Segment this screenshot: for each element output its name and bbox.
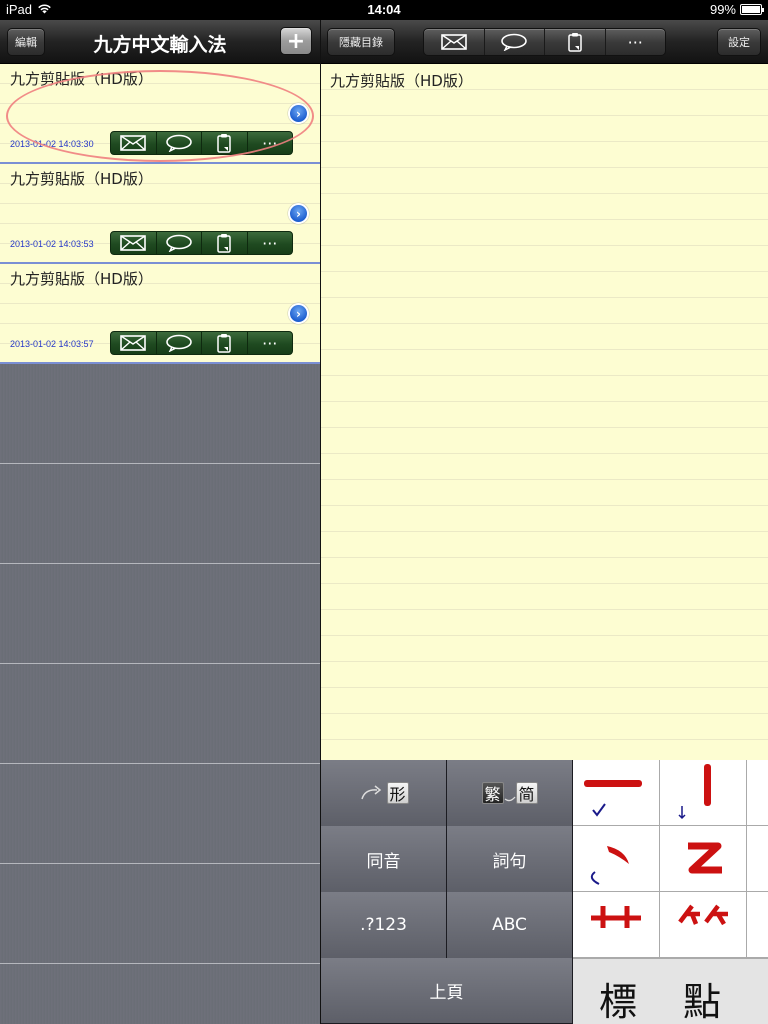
empty-row	[0, 364, 320, 464]
shape-mode-key[interactable]: 形	[321, 760, 447, 827]
battery-fill	[742, 6, 760, 13]
status-bar: iPad 14:04 99%	[0, 0, 768, 20]
phrase-key[interactable]: 詞句	[447, 826, 573, 893]
symbols-key[interactable]: .?123	[321, 892, 447, 959]
mail-icon	[120, 235, 147, 251]
disclosure-arrow-icon[interactable]: ›	[288, 303, 309, 324]
note-action-bar: ···	[110, 331, 293, 355]
candidate-bar: 標 點	[573, 958, 768, 1024]
empty-row	[0, 564, 320, 664]
swap-arrow-icon	[504, 796, 515, 802]
note-date: 2013-01-02 14:03:53	[10, 239, 94, 249]
stroke-key-bamboo[interactable]	[660, 892, 747, 958]
hide-list-button[interactable]: 隱藏目錄	[327, 28, 395, 56]
curved-arrow-icon	[360, 785, 381, 800]
empty-row	[0, 764, 320, 864]
add-note-button[interactable]: +	[280, 27, 312, 55]
note-row[interactable]: 九方剪貼版（HD版） › 2013-01-02 14:03:30 ···	[0, 64, 320, 164]
mail-icon	[120, 135, 147, 151]
more-button[interactable]: ···	[248, 232, 293, 254]
stroke-key-grass[interactable]	[573, 892, 660, 958]
copy-button[interactable]	[202, 132, 248, 154]
chinese-keyboard: 形 繁 简 同音 詞句 .?123 ABC 上頁 標 點	[321, 760, 768, 1024]
note-date: 2013-01-02 14:03:30	[10, 139, 94, 149]
stroke-key-dot[interactable]	[573, 826, 660, 892]
copy-button[interactable]	[202, 232, 248, 254]
previous-page-key[interactable]: 上頁	[321, 958, 573, 1024]
note-action-bar: ···	[110, 231, 293, 255]
disclosure-arrow-icon[interactable]: ›	[288, 103, 309, 124]
speech-bubble-icon	[165, 334, 192, 352]
empty-row	[0, 464, 320, 564]
note-action-bar: ···	[110, 131, 293, 155]
message-button[interactable]	[157, 332, 202, 354]
speech-bubble-icon	[165, 134, 192, 152]
stroke-key-grid	[573, 760, 768, 958]
list-navbar: 編輯 九方中文輸入法 +	[0, 20, 320, 64]
message-button[interactable]	[485, 29, 545, 55]
empty-row	[0, 864, 320, 964]
detail-toolbar: 隱藏目錄 ··· 設定	[321, 20, 768, 64]
notes-list-pane: 編輯 九方中文輸入法 + 九方剪貼版（HD版） › 2013-01-02 14:…	[0, 20, 320, 1024]
speech-bubble-icon	[501, 33, 528, 51]
app-title: 九方中文輸入法	[93, 34, 227, 56]
battery-percent: 99%	[709, 2, 736, 17]
empty-row	[0, 964, 320, 1024]
speech-bubble-icon	[165, 234, 192, 252]
disclosure-arrow-icon[interactable]: ›	[288, 203, 309, 224]
message-button[interactable]	[157, 232, 202, 254]
mail-button[interactable]	[111, 332, 157, 354]
clipboard-icon	[217, 334, 231, 353]
copy-button[interactable]	[545, 29, 606, 55]
candidate-char[interactable]: 點	[683, 971, 721, 1024]
stroke-key-vertical[interactable]	[660, 760, 747, 826]
mail-icon	[440, 34, 467, 50]
clipboard-icon	[217, 134, 231, 153]
battery-icon	[740, 4, 764, 15]
note-detail-pane: 隱藏目錄 ··· 設定 九方剪貼版（HD版） 形 繁 简 同音 詞句 .?123…	[321, 20, 768, 1024]
empty-list-rows	[0, 364, 320, 1024]
mail-button[interactable]	[111, 232, 157, 254]
editor-text: 九方剪貼版（HD版）	[330, 72, 473, 90]
share-segmented-control: ···	[423, 28, 666, 56]
mail-button[interactable]	[111, 132, 157, 154]
message-button[interactable]	[157, 132, 202, 154]
more-button[interactable]: ···	[248, 332, 293, 354]
clipboard-icon	[217, 234, 231, 253]
note-row[interactable]: 九方剪貼版（HD版） › 2013-01-02 14:03:57 ···	[0, 264, 320, 364]
mail-icon	[120, 335, 147, 351]
stroke-key-extra[interactable]	[747, 826, 768, 892]
mail-button[interactable]	[424, 29, 485, 55]
homophone-key[interactable]: 同音	[321, 826, 447, 893]
note-title: 九方剪貼版（HD版）	[10, 170, 153, 188]
simp-key-label: 简	[515, 782, 538, 804]
stroke-key-extra[interactable]	[747, 760, 768, 826]
status-right: 99%	[709, 2, 764, 17]
note-date: 2013-01-02 14:03:57	[10, 339, 94, 349]
note-row[interactable]: 九方剪貼版（HD版） › 2013-01-02 14:03:53 ···	[0, 164, 320, 264]
more-button[interactable]: ···	[606, 29, 666, 55]
note-title: 九方剪貼版（HD版）	[10, 270, 153, 288]
abc-key[interactable]: ABC	[447, 892, 573, 959]
shape-key-label: 形	[386, 782, 409, 804]
stroke-key-horizontal[interactable]	[573, 760, 660, 826]
note-editor[interactable]: 九方剪貼版（HD版）	[321, 64, 768, 760]
stroke-key-turn[interactable]	[660, 826, 747, 892]
more-button[interactable]: ···	[248, 132, 293, 154]
copy-button[interactable]	[202, 332, 248, 354]
stroke-key-extra[interactable]	[747, 892, 768, 958]
clipboard-icon	[568, 33, 582, 52]
empty-row	[0, 664, 320, 764]
note-title: 九方剪貼版（HD版）	[10, 70, 153, 88]
trad-simp-toggle-key[interactable]: 繁 简	[447, 760, 573, 827]
status-time: 14:04	[367, 2, 401, 17]
candidate-char[interactable]: 標	[599, 971, 637, 1024]
note-list: 九方剪貼版（HD版） › 2013-01-02 14:03:30 ··· 九方剪…	[0, 64, 320, 364]
trad-key-label: 繁	[481, 782, 504, 804]
settings-button[interactable]: 設定	[717, 28, 761, 56]
